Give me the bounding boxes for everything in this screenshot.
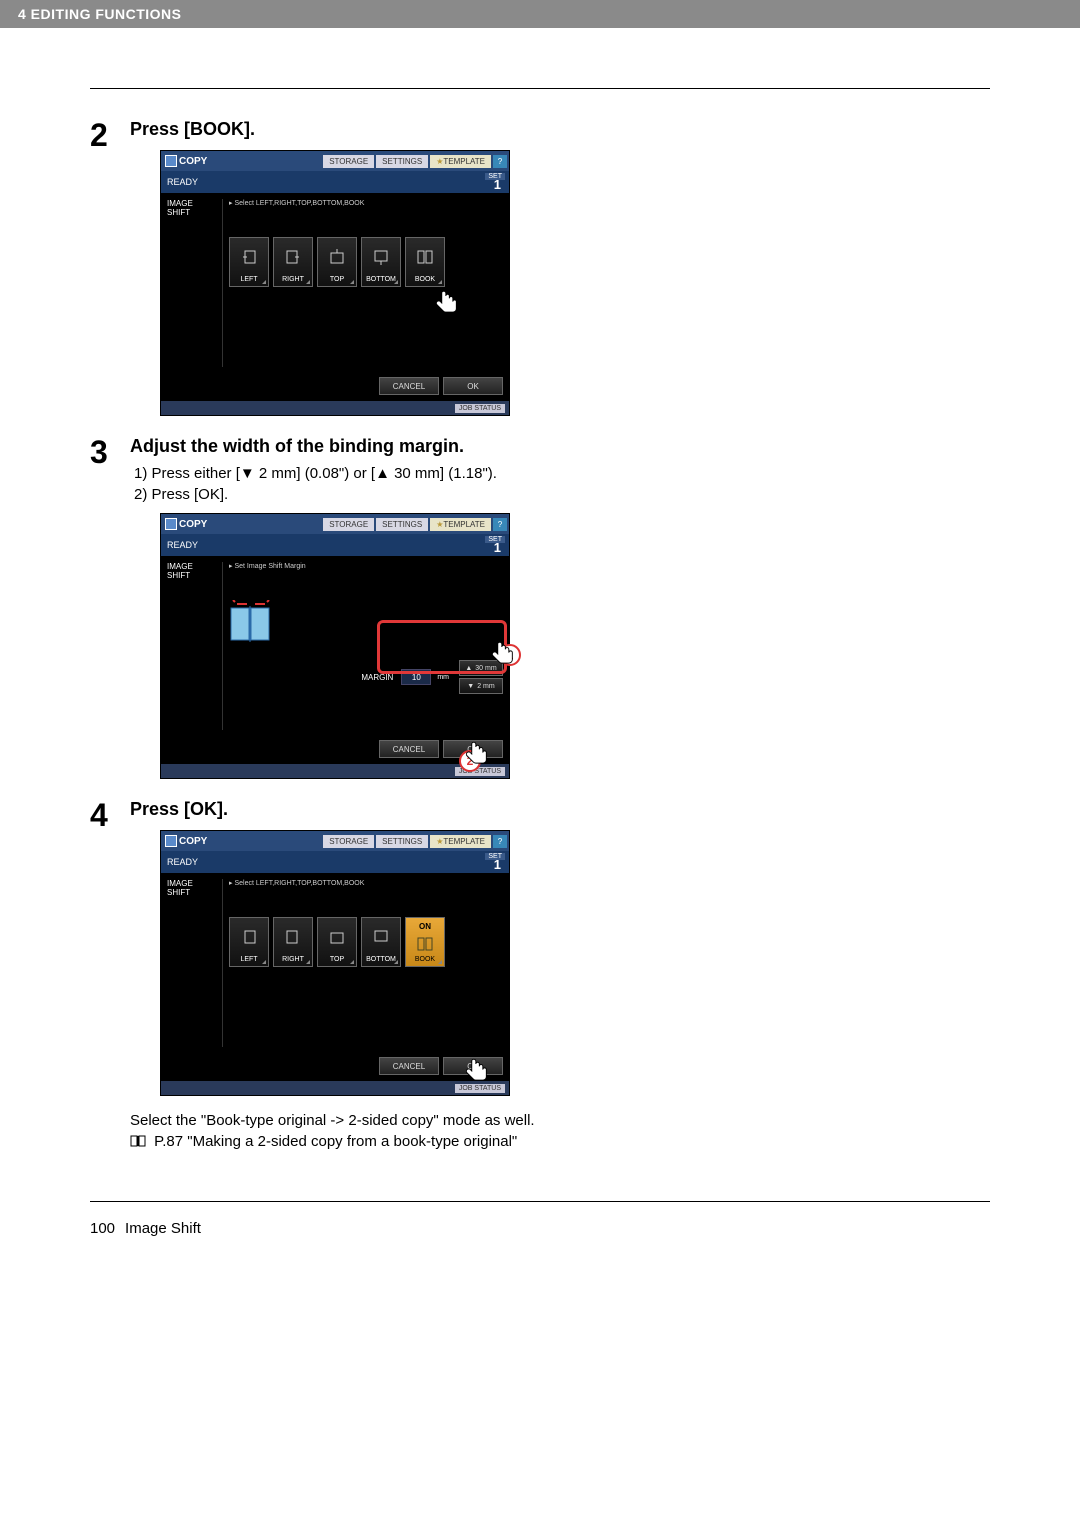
help-button[interactable]: ? xyxy=(493,835,507,848)
copy-count: 1 xyxy=(494,857,501,872)
shift-right-button[interactable]: RIGHT xyxy=(273,917,313,967)
job-status-button[interactable]: JOB STATUS xyxy=(455,1084,505,1093)
step-title: Press [OK]. xyxy=(130,799,990,820)
help-button[interactable]: ? xyxy=(493,155,507,168)
note-line-1: Select the "Book-type original -> 2-side… xyxy=(130,1112,990,1129)
btn-label: RIGHT xyxy=(282,276,304,283)
ok-button[interactable]: OK xyxy=(443,740,503,758)
btn-label: TOP xyxy=(330,276,344,283)
copy-mode-label: COPY xyxy=(161,151,215,171)
page-footer: 100 Image Shift xyxy=(90,1201,990,1267)
note-line-2: P.87 "Making a 2-sided copy from a book-… xyxy=(130,1133,990,1151)
job-status-button[interactable]: JOB STATUS xyxy=(455,404,505,413)
help-button[interactable]: ? xyxy=(493,518,507,531)
substep-2: 2) Press [OK]. xyxy=(130,486,990,503)
cancel-button[interactable]: CANCEL xyxy=(379,740,439,758)
tab-template[interactable]: ★TEMPLATE xyxy=(430,835,491,848)
on-badge: ON xyxy=(419,918,431,931)
hint-text: Select LEFT,RIGHT,TOP,BOTTOM,BOOK xyxy=(229,879,503,887)
step-number: 2 xyxy=(90,119,130,416)
cancel-button[interactable]: CANCEL xyxy=(379,1057,439,1075)
step-title: Adjust the width of the binding margin. xyxy=(130,436,990,457)
up-triangle-icon: ▲ xyxy=(465,665,472,672)
step-title: Press [BOOK]. xyxy=(130,119,990,140)
btn-label: LEFT xyxy=(240,956,257,963)
up-label: 30 mm xyxy=(475,665,496,672)
hint-text: Set Image Shift Margin xyxy=(229,562,503,570)
substep-1: 1) Press either [▼ 2 mm] (0.08") or [▲ 3… xyxy=(130,465,990,482)
btn-label: TOP xyxy=(330,956,344,963)
divider xyxy=(90,88,990,89)
margin-label: MARGIN xyxy=(361,673,393,682)
btn-label: LEFT xyxy=(240,276,257,283)
step-2: 2 Press [BOOK]. COPY STORAGE SETTINGS ★T… xyxy=(90,119,990,416)
ok-button[interactable]: OK xyxy=(443,1057,503,1075)
device-screenshot-step3: COPY STORAGE SETTINGS ★TEMPLATE ? READY … xyxy=(160,513,510,779)
page-number: 100 xyxy=(90,1220,115,1237)
status-ready: READY xyxy=(167,177,198,187)
tab-settings[interactable]: SETTINGS xyxy=(376,155,428,168)
down-triangle-icon: ▼ xyxy=(467,683,474,690)
margin-unit: mm xyxy=(437,674,449,681)
shift-book-button[interactable]: ON BOOK xyxy=(405,917,445,967)
left-panel-label: IMAGE SHIFT xyxy=(167,879,223,1047)
ok-button[interactable]: OK xyxy=(443,377,503,395)
margin-decrease-button[interactable]: ▼2 mm xyxy=(459,678,503,694)
tab-settings[interactable]: SETTINGS xyxy=(376,835,428,848)
copy-mode-label: COPY xyxy=(161,831,215,851)
left-panel-label: IMAGE SHIFT xyxy=(167,562,223,730)
tab-settings[interactable]: SETTINGS xyxy=(376,518,428,531)
status-ready: READY xyxy=(167,540,198,550)
shift-bottom-button[interactable]: BOTTOM xyxy=(361,237,401,287)
margin-value: 10 xyxy=(401,669,431,685)
book-icon xyxy=(130,1134,146,1151)
tab-template[interactable]: ★TEMPLATE xyxy=(430,155,491,168)
tab-template-label: TEMPLATE xyxy=(443,837,485,846)
tab-storage[interactable]: STORAGE xyxy=(323,155,374,168)
status-ready: READY xyxy=(167,857,198,867)
margin-increase-button[interactable]: ▲30 mm xyxy=(459,660,503,676)
step-number: 3 xyxy=(90,436,130,779)
device-screenshot-step2: COPY STORAGE SETTINGS ★TEMPLATE ? READY … xyxy=(160,150,510,416)
note-ref-text: P.87 "Making a 2-sided copy from a book-… xyxy=(154,1133,517,1150)
step-3: 3 Adjust the width of the binding margin… xyxy=(90,436,990,779)
hint-text: Select LEFT,RIGHT,TOP,BOTTOM,BOOK xyxy=(229,199,503,207)
device-screenshot-step4: COPY STORAGE SETTINGS ★TEMPLATE ? READY … xyxy=(160,830,510,1096)
footer-title: Image Shift xyxy=(125,1220,201,1237)
copy-mode-label: COPY xyxy=(161,514,215,534)
btn-label: RIGHT xyxy=(282,956,304,963)
copy-count: 1 xyxy=(494,177,501,192)
shift-left-button[interactable]: LEFT xyxy=(229,237,269,287)
shift-left-button[interactable]: LEFT xyxy=(229,917,269,967)
left-panel-label: IMAGE SHIFT xyxy=(167,199,223,367)
cancel-button[interactable]: CANCEL xyxy=(379,377,439,395)
shift-right-button[interactable]: RIGHT xyxy=(273,237,313,287)
btn-label: BOOK xyxy=(415,276,435,283)
tab-template[interactable]: ★TEMPLATE xyxy=(430,518,491,531)
shift-book-button[interactable]: BOOK xyxy=(405,237,445,287)
down-label: 2 mm xyxy=(477,683,495,690)
section-header: 4 EDITING FUNCTIONS xyxy=(0,0,1080,28)
tab-storage[interactable]: STORAGE xyxy=(323,835,374,848)
btn-label: BOTTOM xyxy=(366,276,396,283)
copy-count: 1 xyxy=(494,540,501,555)
step-number: 4 xyxy=(90,799,130,1151)
shift-bottom-button[interactable]: BOTTOM xyxy=(361,917,401,967)
job-status-button[interactable]: JOB STATUS xyxy=(455,767,505,776)
tab-template-label: TEMPLATE xyxy=(443,520,485,529)
book-illustration-icon xyxy=(229,600,273,646)
tab-storage[interactable]: STORAGE xyxy=(323,518,374,531)
btn-label: BOOK xyxy=(415,956,435,963)
btn-label: BOTTOM xyxy=(366,956,396,963)
shift-top-button[interactable]: TOP xyxy=(317,917,357,967)
shift-top-button[interactable]: TOP xyxy=(317,237,357,287)
tab-template-label: TEMPLATE xyxy=(443,157,485,166)
step-4: 4 Press [OK]. COPY STORAGE SETTINGS ★TEM… xyxy=(90,799,990,1151)
